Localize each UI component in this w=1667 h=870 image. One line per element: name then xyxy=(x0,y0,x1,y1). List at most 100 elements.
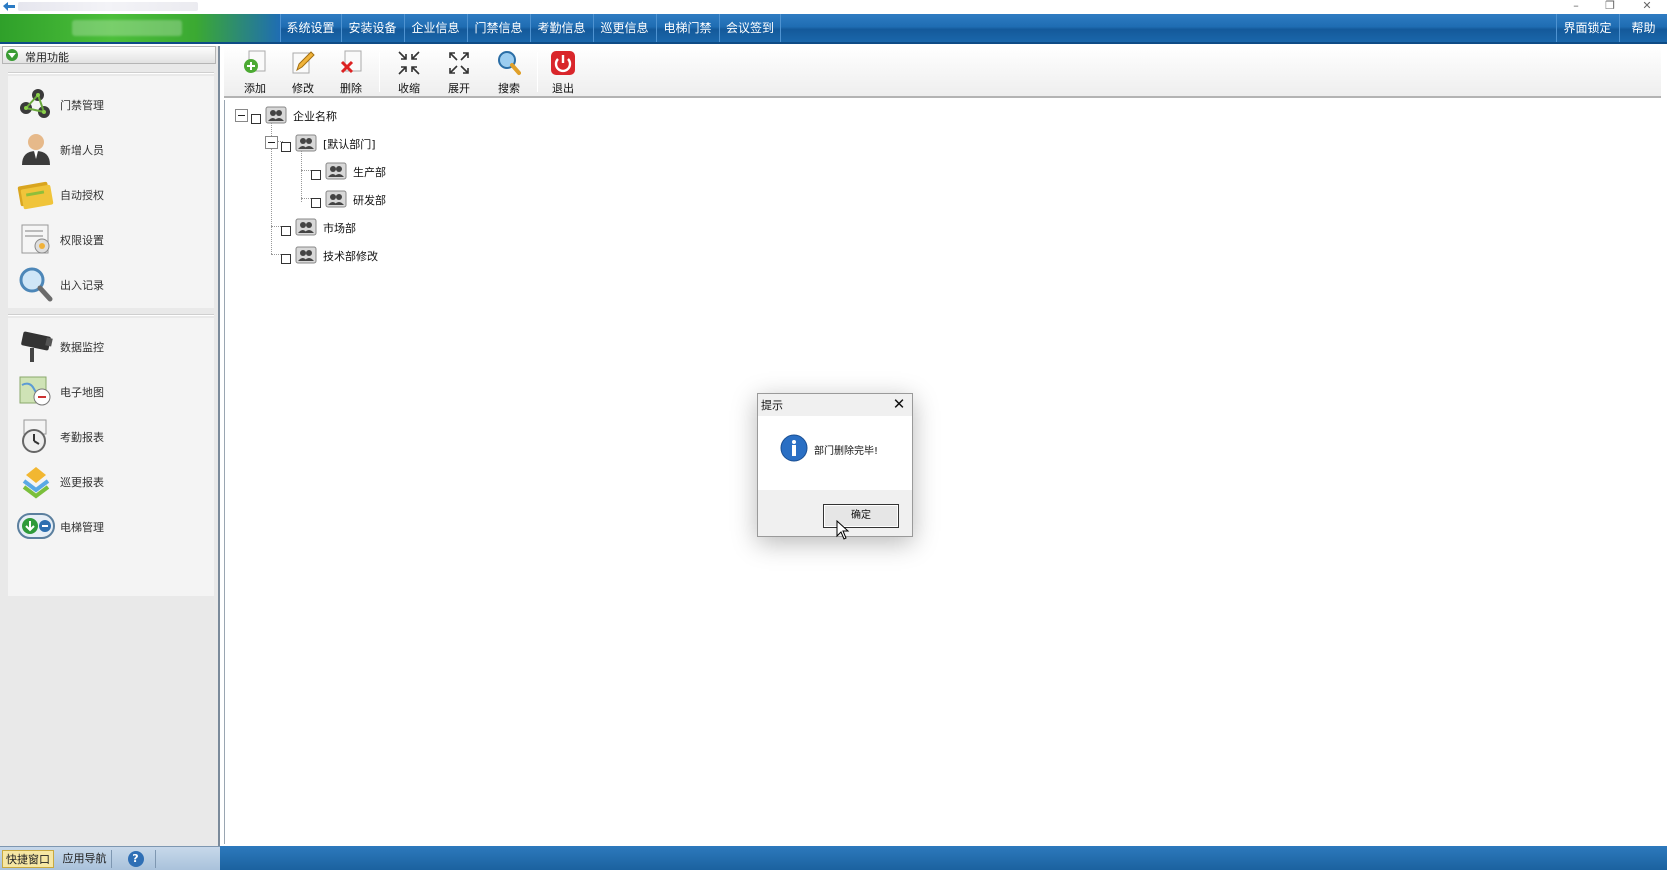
map-icon xyxy=(19,376,51,406)
menu-help[interactable]: 帮助 xyxy=(1619,14,1667,42)
expand-button[interactable]: 展开 xyxy=(436,48,482,96)
collapse-node-toggle[interactable] xyxy=(265,136,278,149)
application-window: – ❐ ✕ 系统设置 安装设备 企业信息 门禁信息 考勤信息 巡更信息 电梯门禁… xyxy=(0,0,1667,870)
left-shortcut-panel: 常用功能 门禁管理 新增人员 自动授权 权限设置 出入记录 数据监控 电子地图 … xyxy=(0,46,220,846)
menu-install-devices[interactable]: 安装设备 xyxy=(341,14,403,42)
node-label: 生产部 xyxy=(353,166,386,179)
node-label: 研发部 xyxy=(353,194,386,207)
dialog-body: 部门删除完毕! xyxy=(758,416,912,490)
delete-button[interactable]: 删除 xyxy=(328,48,374,96)
brand-logo-obscured xyxy=(72,20,182,36)
edit-label: 修改 xyxy=(292,82,314,95)
node-checkbox[interactable] xyxy=(281,254,291,264)
app-icon xyxy=(3,2,15,11)
expand-label: 展开 xyxy=(448,82,470,95)
node-checkbox[interactable] xyxy=(281,226,291,236)
nav-auto-authorize[interactable]: 自动授权 xyxy=(14,174,204,214)
menu-access-info[interactable]: 门禁信息 xyxy=(467,14,529,42)
toolbar-separator xyxy=(379,52,380,92)
collapse-arrows-icon xyxy=(398,51,420,75)
add-icon xyxy=(244,50,266,73)
info-icon xyxy=(780,434,808,462)
nav-electronic-map[interactable]: 电子地图 xyxy=(14,371,204,411)
main-menu-bar: 系统设置 安装设备 企业信息 门禁信息 考勤信息 巡更信息 电梯门禁 会议签到 … xyxy=(0,14,1667,44)
menu-company-info[interactable]: 企业信息 xyxy=(404,14,466,42)
access-control-icon xyxy=(20,89,50,118)
dialog-close-button[interactable]: ✕ xyxy=(890,395,908,413)
group-icon xyxy=(295,134,317,152)
toolbar: 添加 修改 删除 收缩 展开 搜索 退出 xyxy=(224,46,1661,98)
delete-icon xyxy=(340,50,362,74)
tree-node-rnd[interactable]: 研发部 xyxy=(311,188,511,210)
tree-node-tech[interactable]: 技术部修改 xyxy=(281,244,481,266)
nav-patrol-report[interactable]: 巡更报表 xyxy=(14,461,204,501)
group-icon xyxy=(295,246,317,264)
department-tree: 企业名称 [默认部门] 生产部 研发部 市场部 技术部修改 xyxy=(224,100,1661,844)
collapse-triangle-icon xyxy=(6,49,18,61)
toolbar-separator xyxy=(537,52,538,92)
nav-label: 新增人员 xyxy=(60,144,104,157)
panel-title: 常用功能 xyxy=(25,51,69,64)
menu-attendance-info[interactable]: 考勤信息 xyxy=(530,14,592,42)
collapse-button[interactable]: 收缩 xyxy=(386,48,432,96)
collapse-label: 收缩 xyxy=(398,82,420,95)
nav-label: 考勤报表 xyxy=(60,431,104,444)
collapse-node-toggle[interactable] xyxy=(235,109,248,122)
tab-quick-window[interactable]: 快捷窗口 xyxy=(2,850,54,868)
restore-button[interactable]: ❐ xyxy=(1590,0,1630,14)
add-button[interactable]: 添加 xyxy=(232,48,278,96)
node-label: 企业名称 xyxy=(293,110,337,123)
search-icon xyxy=(498,51,521,75)
menu-patrol-info[interactable]: 巡更信息 xyxy=(593,14,655,42)
magnifier-icon xyxy=(19,267,53,302)
stopwatch-icon xyxy=(22,419,47,453)
help-icon-tab[interactable]: ? xyxy=(116,850,156,868)
node-label: 技术部修改 xyxy=(323,250,378,263)
nav-attendance-report[interactable]: 考勤报表 xyxy=(14,416,204,456)
tree-node-production[interactable]: 生产部 xyxy=(311,160,511,182)
nav-label: 权限设置 xyxy=(60,234,104,247)
node-checkbox[interactable] xyxy=(311,198,321,208)
nav-label: 门禁管理 xyxy=(60,99,104,112)
tree-node-market[interactable]: 市场部 xyxy=(281,216,481,238)
nav-permission-settings[interactable]: 权限设置 xyxy=(14,219,204,259)
search-label: 搜索 xyxy=(498,82,520,95)
menu-meeting-checkin[interactable]: 会议签到 xyxy=(719,14,781,42)
tree-node-root[interactable]: 企业名称 xyxy=(251,104,451,126)
group-icon xyxy=(325,190,347,208)
node-label: 市场部 xyxy=(323,222,356,235)
delete-label: 删除 xyxy=(340,82,362,95)
node-checkbox[interactable] xyxy=(281,142,291,152)
exit-button[interactable]: 退出 xyxy=(540,48,586,96)
group-icon xyxy=(325,162,347,180)
nav-access-records[interactable]: 出入记录 xyxy=(14,264,204,304)
nav-add-person[interactable]: 新增人员 xyxy=(14,129,204,169)
nav-data-monitor[interactable]: 数据监控 xyxy=(14,326,204,366)
tree-node-default-dept[interactable]: [默认部门] xyxy=(281,132,481,154)
menu-system-settings[interactable]: 系统设置 xyxy=(280,14,340,42)
status-bar xyxy=(220,846,1667,870)
close-window-button[interactable]: ✕ xyxy=(1627,0,1667,14)
power-icon xyxy=(551,51,575,75)
mouse-cursor-icon xyxy=(836,520,850,540)
panel-header[interactable]: 常用功能 xyxy=(2,46,216,64)
menu-lock-screen[interactable]: 界面锁定 xyxy=(1556,14,1618,42)
layers-icon xyxy=(22,467,50,499)
elevator-buttons-icon xyxy=(17,513,55,539)
search-button[interactable]: 搜索 xyxy=(486,48,532,96)
nav-label: 电梯管理 xyxy=(60,521,104,534)
menu-elevator-access[interactable]: 电梯门禁 xyxy=(656,14,718,42)
permission-doc-icon xyxy=(21,224,50,254)
ok-button[interactable]: 确定 xyxy=(823,504,899,528)
group-icon xyxy=(265,106,287,124)
nav-access-management[interactable]: 门禁管理 xyxy=(14,84,204,124)
add-label: 添加 xyxy=(244,82,266,95)
node-checkbox[interactable] xyxy=(311,170,321,180)
tab-app-navigation[interactable]: 应用导航 xyxy=(58,850,112,868)
left-panel-footer: 快捷窗口 应用导航 ? xyxy=(0,846,220,870)
edit-button[interactable]: 修改 xyxy=(280,48,326,96)
nav-elevator-management[interactable]: 电梯管理 xyxy=(14,506,204,546)
brand-logo-area xyxy=(0,14,280,42)
divider xyxy=(8,314,214,316)
node-checkbox[interactable] xyxy=(251,114,261,124)
